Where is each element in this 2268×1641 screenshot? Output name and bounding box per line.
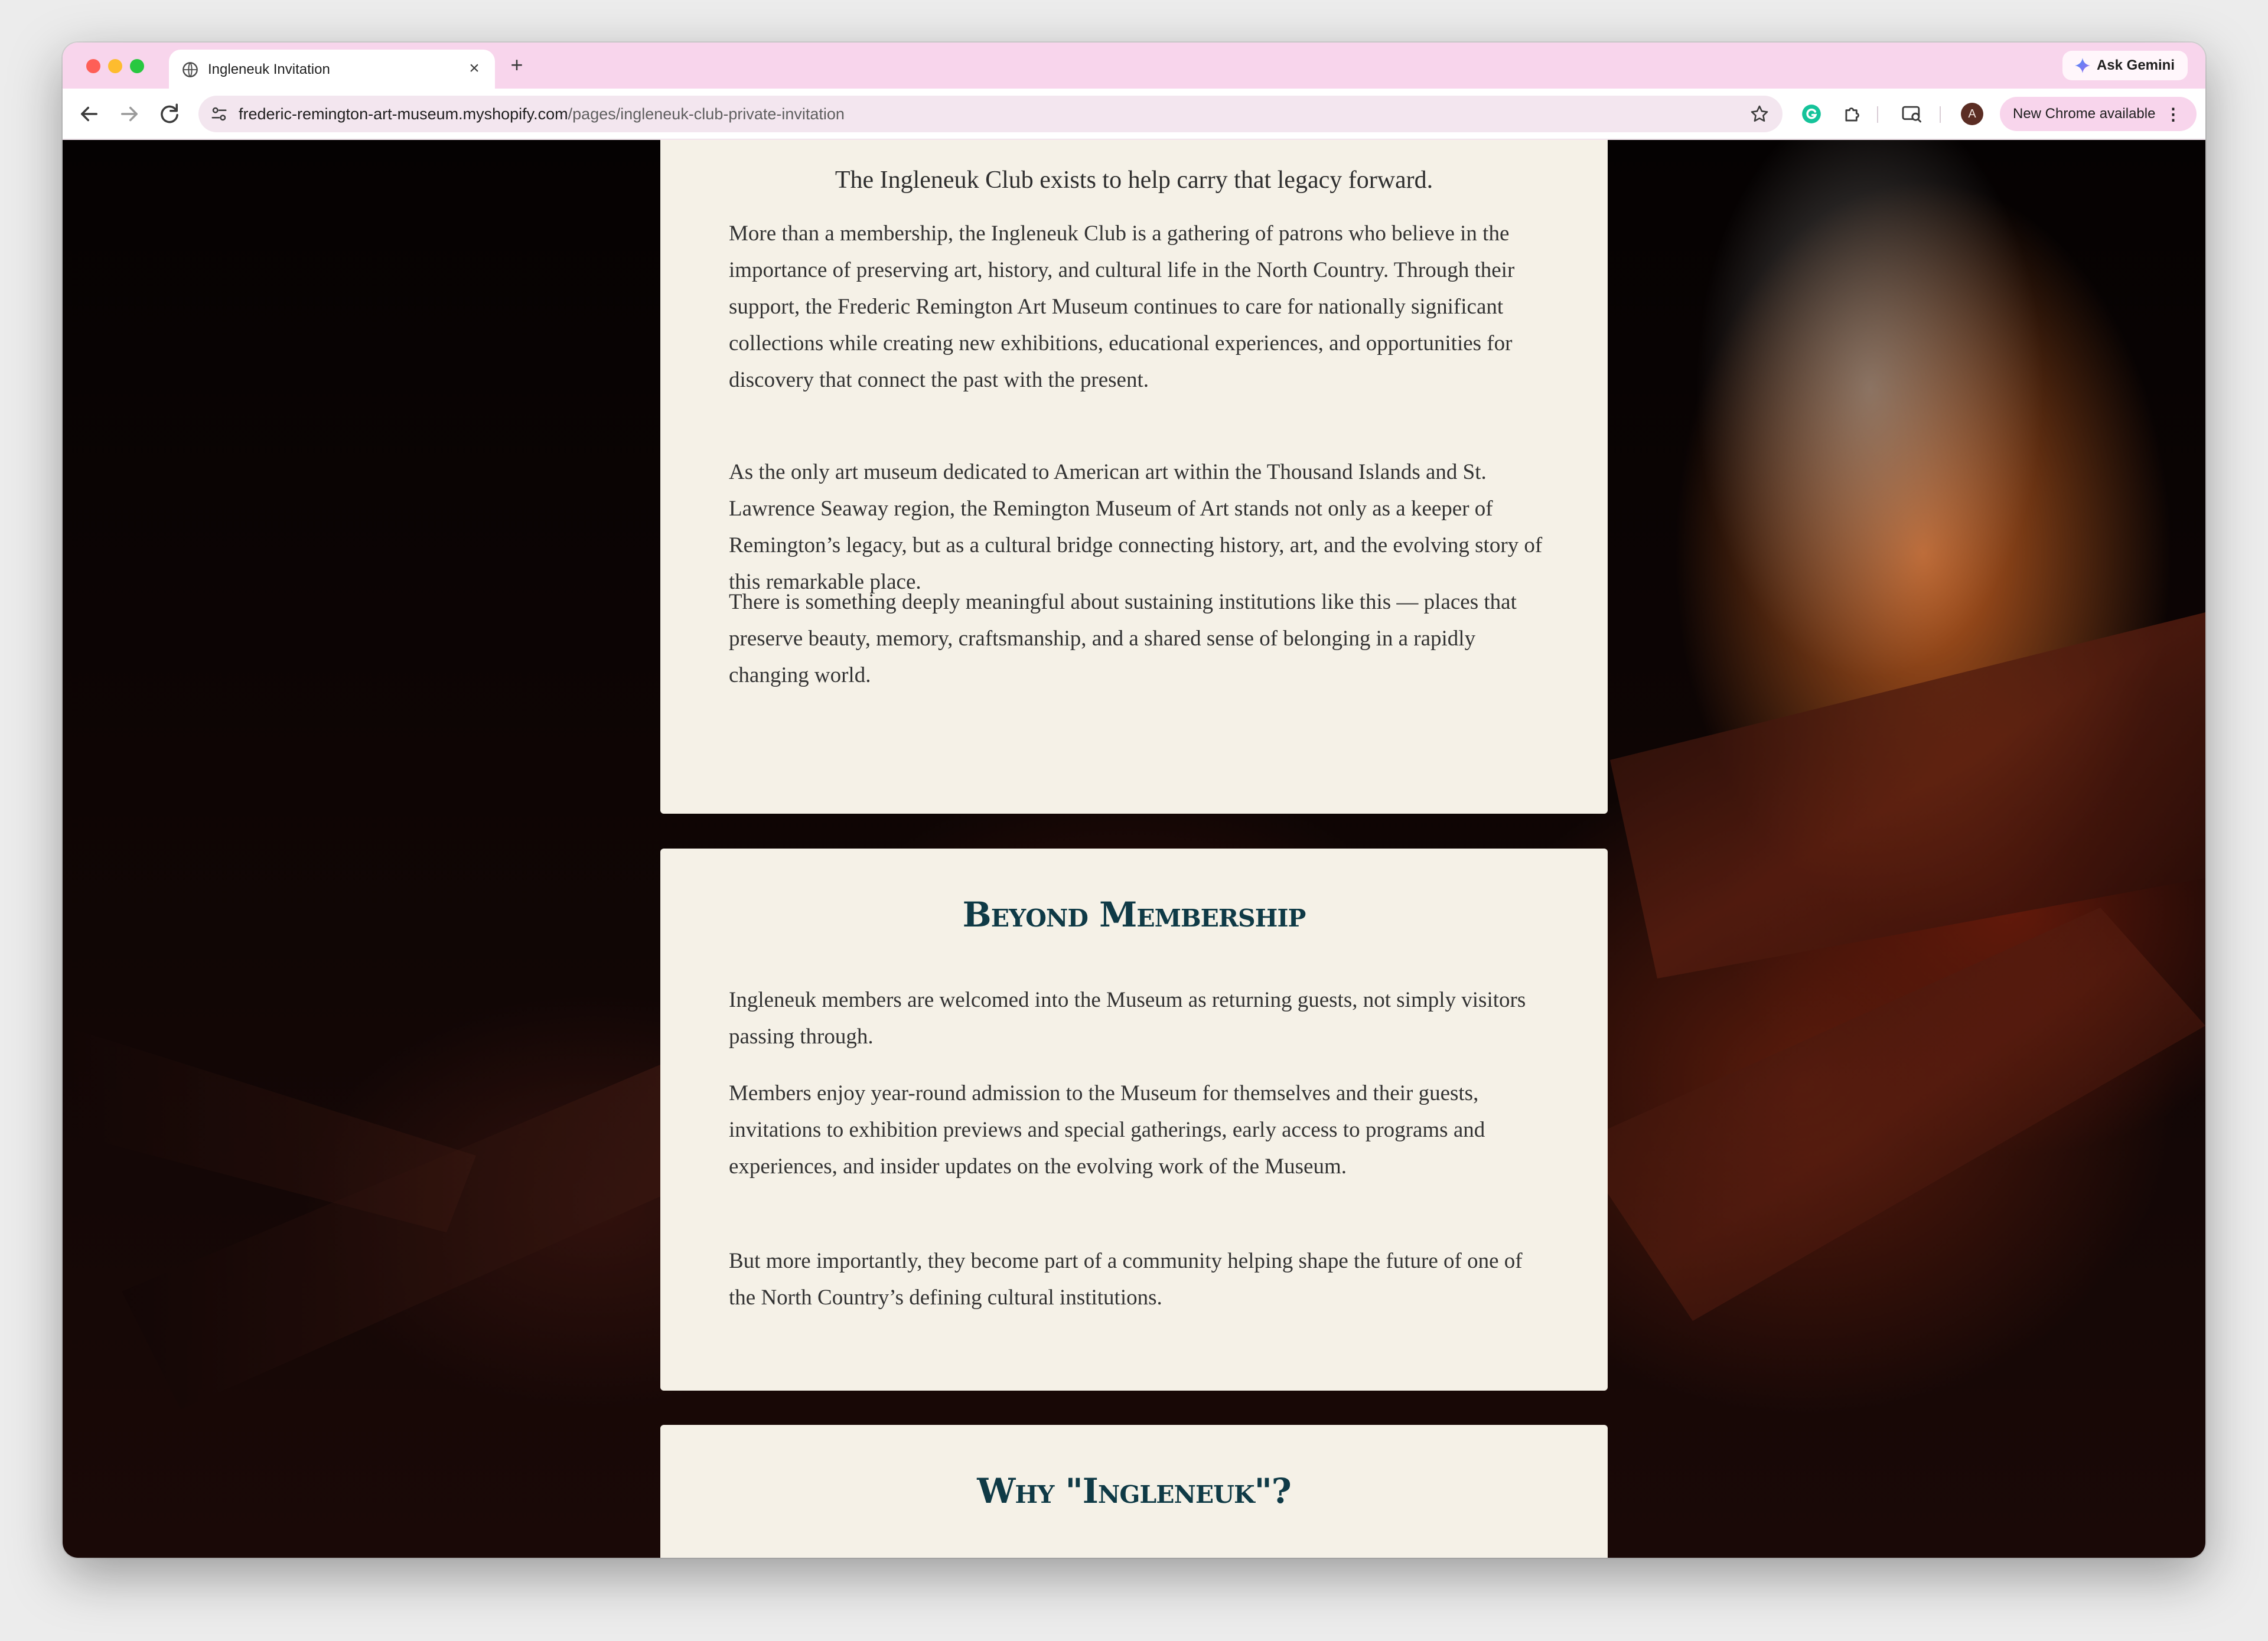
more-menu-icon[interactable]: ⋮ [2165, 105, 2181, 124]
section-heading: Beyond Membership [962, 895, 1306, 935]
section-heading: Why "Ingleneuk"? [977, 1471, 1292, 1511]
url-text[interactable]: frederic-remington-art-museum.myshopify.… [239, 105, 845, 123]
beyond-paragraph: But more importantly, they become part o… [729, 1249, 1523, 1310]
legacy-paragraph: More than a membership, the Ingleneuk Cl… [729, 221, 1515, 392]
maximize-window-button[interactable] [130, 59, 144, 73]
toolbar-divider [1940, 106, 1941, 123]
page-viewport[interactable]: The Ingleneuk Club exists to help carry … [63, 140, 2205, 1558]
browser-window: Ingleneuk Invitation × + Ask Gemini fred… [63, 43, 2205, 1558]
back-button[interactable] [77, 102, 102, 126]
tab-strip: Ingleneuk Invitation × + Ask Gemini [63, 43, 2205, 89]
tune-icon[interactable] [210, 105, 228, 123]
url-path: /pages/ingleneuk-club-private-invitation [568, 105, 845, 123]
new-tab-button[interactable]: + [503, 52, 530, 79]
legacy-lede: The Ingleneuk Club exists to help carry … [835, 167, 1433, 194]
arrow-left-icon [81, 106, 97, 122]
minimize-window-button[interactable] [108, 59, 122, 73]
forward-button[interactable] [117, 102, 142, 126]
ask-gemini-button[interactable]: Ask Gemini [2062, 51, 2188, 80]
gemini-spark-icon [2075, 58, 2090, 73]
profile-avatar[interactable]: A [1961, 103, 1983, 125]
toolbar: frederic-remington-art-museum.myshopify.… [63, 89, 2205, 139]
update-label: New Chrome available [2013, 106, 2156, 122]
beyond-membership-card: Beyond Membership Ingleneuk members are … [660, 849, 1608, 1391]
star-icon[interactable] [1749, 104, 1770, 124]
url-host: frederic-remington-art-museum.myshopify.… [239, 105, 568, 123]
close-window-button[interactable] [86, 59, 100, 73]
beyond-paragraph: Members enjoy year-round admission to th… [729, 1081, 1485, 1179]
legacy-paragraph: There is something deeply meaningful abo… [729, 590, 1517, 687]
globe-icon [183, 62, 198, 77]
lens-icon[interactable] [1901, 103, 1923, 125]
tab-ingleneuk-invitation[interactable]: Ingleneuk Invitation × [169, 50, 495, 89]
arrow-right-icon [121, 106, 138, 122]
puzzle-icon[interactable] [1842, 103, 1864, 125]
new-chrome-available-button[interactable]: New Chrome available ⋮ [2000, 97, 2197, 131]
tab-title: Ingleneuk Invitation [208, 61, 330, 77]
legacy-card: The Ingleneuk Club exists to help carry … [660, 140, 1608, 814]
ask-gemini-label: Ask Gemini [2096, 57, 2175, 73]
address-bar[interactable]: frederic-remington-art-museum.myshopify.… [198, 96, 1783, 132]
toolbar-divider [1877, 106, 1878, 123]
grammarly-icon[interactable] [1800, 103, 1823, 125]
legacy-paragraph: As the only art museum dedicated to Amer… [729, 460, 1543, 594]
why-ingleneuk-card: Why "Ingleneuk"? [660, 1425, 1608, 1558]
reload-button[interactable] [157, 102, 182, 126]
tab-close-icon[interactable]: × [464, 58, 484, 79]
reload-icon [161, 103, 178, 123]
beyond-paragraph: Ingleneuk members are welcomed into the … [729, 988, 1526, 1049]
